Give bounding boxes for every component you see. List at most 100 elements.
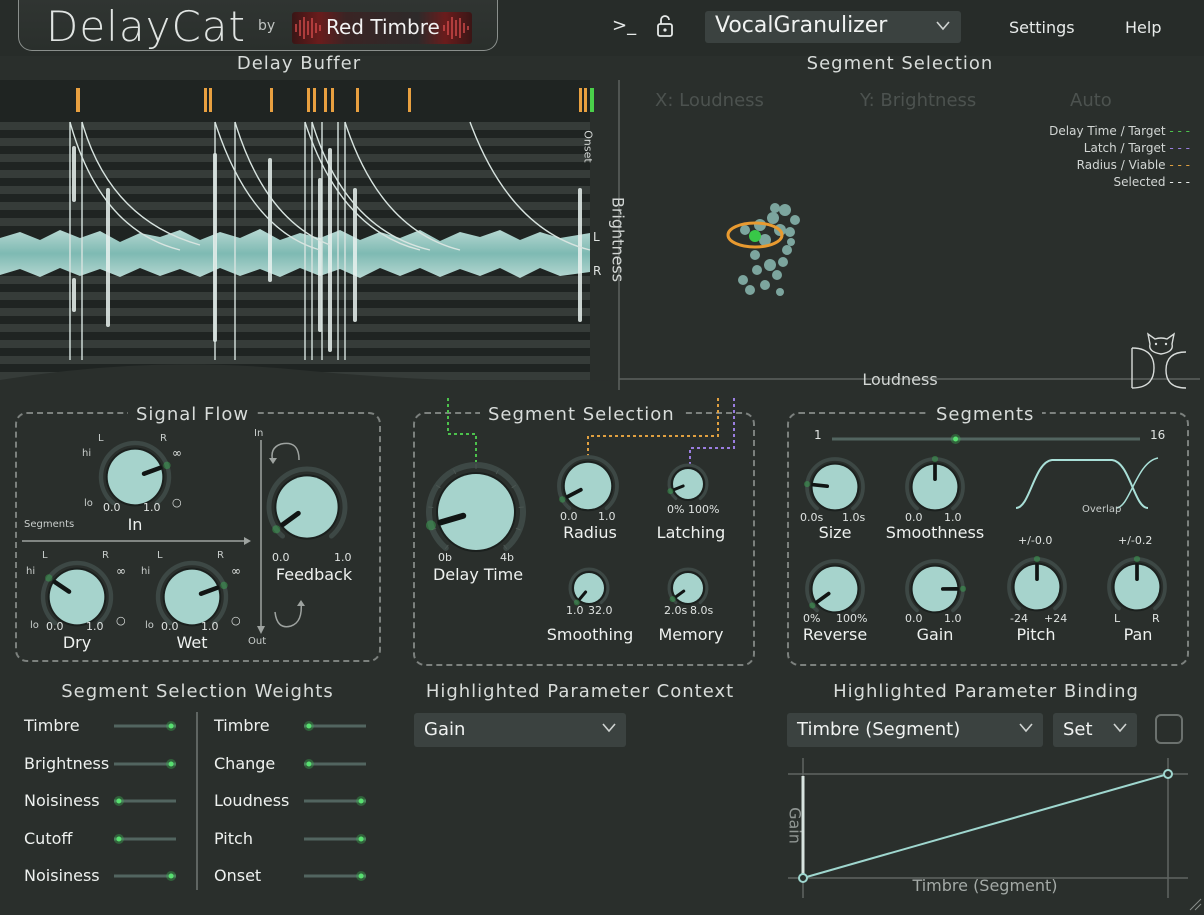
phase-icon[interactable]: ○ <box>172 496 182 509</box>
feedback-label: Feedback <box>264 565 364 584</box>
weight-slider[interactable] <box>112 758 178 770</box>
left-channel-label: L <box>593 230 600 244</box>
preset-name: VocalGranulizer <box>715 13 887 38</box>
help-menu[interactable]: Help <box>1125 18 1161 37</box>
chevron-down-icon <box>1113 721 1127 737</box>
gain-max: 1.0 <box>944 612 962 625</box>
reverse-label: Reverse <box>795 625 875 644</box>
weight-row: Timbre <box>214 716 374 754</box>
feedback-knob[interactable] <box>266 466 348 552</box>
weight-row: Noisiness <box>24 791 184 829</box>
onset-marker <box>356 88 359 112</box>
cat-logo-icon <box>1124 330 1194 395</box>
weight-slider[interactable] <box>302 758 368 770</box>
onset-marker <box>324 88 327 112</box>
delay-buffer-display[interactable] <box>0 80 610 405</box>
right-channel-label: R <box>593 264 601 278</box>
pan-min: L <box>1114 612 1120 625</box>
pan-max: R <box>1152 612 1160 625</box>
resize-handle-icon[interactable] <box>1188 896 1202 910</box>
pitch-readout: +/-0.0 <box>1018 534 1052 547</box>
legend-item: Delay Time / Target - - - <box>980 124 1190 141</box>
context-dropdown[interactable]: Gain <box>414 713 626 747</box>
settings-menu[interactable]: Settings <box>1009 18 1075 37</box>
radius-min: 0.0 <box>560 510 578 523</box>
lock-icon[interactable] <box>655 13 675 39</box>
onset-marker <box>313 88 316 112</box>
binding-mode-dropdown[interactable]: Set <box>1053 713 1137 747</box>
latching-label: Latching <box>650 523 732 542</box>
terminal-icon[interactable]: >_ <box>612 15 636 36</box>
weight-row: Cutoff <box>24 829 184 867</box>
weight-label: Onset <box>214 866 261 885</box>
weight-slider[interactable] <box>112 795 178 807</box>
weight-row: Brightness <box>24 754 184 792</box>
brand-name: Red Timbre <box>326 15 440 39</box>
binding-enable-checkbox[interactable] <box>1155 714 1183 744</box>
eq-r-label: R <box>102 550 109 561</box>
in-max: 1.0 <box>143 501 161 514</box>
segments-input-label: Segments <box>24 519 74 530</box>
weight-slider[interactable] <box>112 833 178 845</box>
curve-point[interactable] <box>1164 770 1172 778</box>
weight-label: Noisiness <box>24 866 100 885</box>
onset-marker <box>307 88 310 112</box>
onset-marker <box>204 88 207 112</box>
eq-hi-label: hi <box>26 566 35 577</box>
onset-marker <box>209 88 212 112</box>
overlap-label: Overlap <box>1082 504 1121 515</box>
binding-mode-value: Set <box>1063 719 1093 740</box>
link-icon[interactable]: ∞ <box>172 446 182 460</box>
binding-y-label: Gain <box>786 801 805 851</box>
eq-lo-label: lo <box>84 498 93 509</box>
smoothing-max: 32.0 <box>588 604 613 617</box>
chevron-down-icon <box>936 16 950 35</box>
chevron-down-icon <box>1019 721 1033 737</box>
latching-min: 0% <box>667 503 684 516</box>
weight-slider[interactable] <box>302 870 368 882</box>
app-title: DelayCat <box>46 2 246 51</box>
segments-arrow <box>22 531 252 550</box>
feedback-max: 1.0 <box>334 551 352 564</box>
context-title: Highlighted Parameter Context <box>405 681 755 702</box>
pitch-max: +24 <box>1044 612 1067 625</box>
reverse-min: 0% <box>803 612 820 625</box>
weight-row: Timbre <box>24 716 184 754</box>
pan-label: Pan <box>1098 625 1178 644</box>
weight-row: Pitch <box>214 829 374 867</box>
weight-row: Onset <box>214 866 374 904</box>
legend-item: Selected - - - <box>980 175 1190 192</box>
curve-point[interactable] <box>799 874 807 882</box>
phase-icon[interactable]: ○ <box>231 614 241 627</box>
wet-min: 0.0 <box>161 620 179 633</box>
gain-label: Gain <box>895 625 975 644</box>
pitch-min: -24 <box>1010 612 1028 625</box>
y-axis-select[interactable]: Y: Brightness <box>860 90 976 111</box>
binding-source-dropdown[interactable]: Timbre (Segment) <box>787 713 1043 747</box>
weight-slider[interactable] <box>112 870 178 882</box>
eq-l-label: L <box>98 433 104 444</box>
weights-title: Segment Selection Weights <box>0 681 395 702</box>
dry-label: Dry <box>40 633 114 652</box>
phase-icon[interactable]: ○ <box>116 614 126 627</box>
link-icon[interactable]: ∞ <box>116 564 126 578</box>
binding-title: Highlighted Parameter Binding <box>787 681 1185 702</box>
segment-count-slider[interactable] <box>830 430 1142 442</box>
weight-row: Loudness <box>214 791 374 829</box>
delay-time-label: Delay Time <box>418 565 538 584</box>
x-axis-select[interactable]: X: Loudness <box>655 90 764 111</box>
range-max-label: 16 <box>1150 428 1165 442</box>
weight-slider[interactable] <box>302 795 368 807</box>
weights-left-column: TimbreBrightnessNoisinessCutoffNoisiness <box>24 716 184 904</box>
legend-item: Latch / Target - - - <box>980 141 1190 158</box>
weight-slider[interactable] <box>112 720 178 732</box>
weight-slider[interactable] <box>302 833 368 845</box>
weight-slider[interactable] <box>302 720 368 732</box>
plot-y-label: Brightness <box>609 190 628 290</box>
delay-time-min: 0b <box>438 551 452 564</box>
memory-min: 2.0s <box>664 604 687 617</box>
mode-select[interactable]: Auto <box>1070 90 1112 111</box>
link-icon[interactable]: ∞ <box>231 564 241 578</box>
chevron-down-icon <box>602 721 616 737</box>
wet-label: Wet <box>155 633 229 652</box>
